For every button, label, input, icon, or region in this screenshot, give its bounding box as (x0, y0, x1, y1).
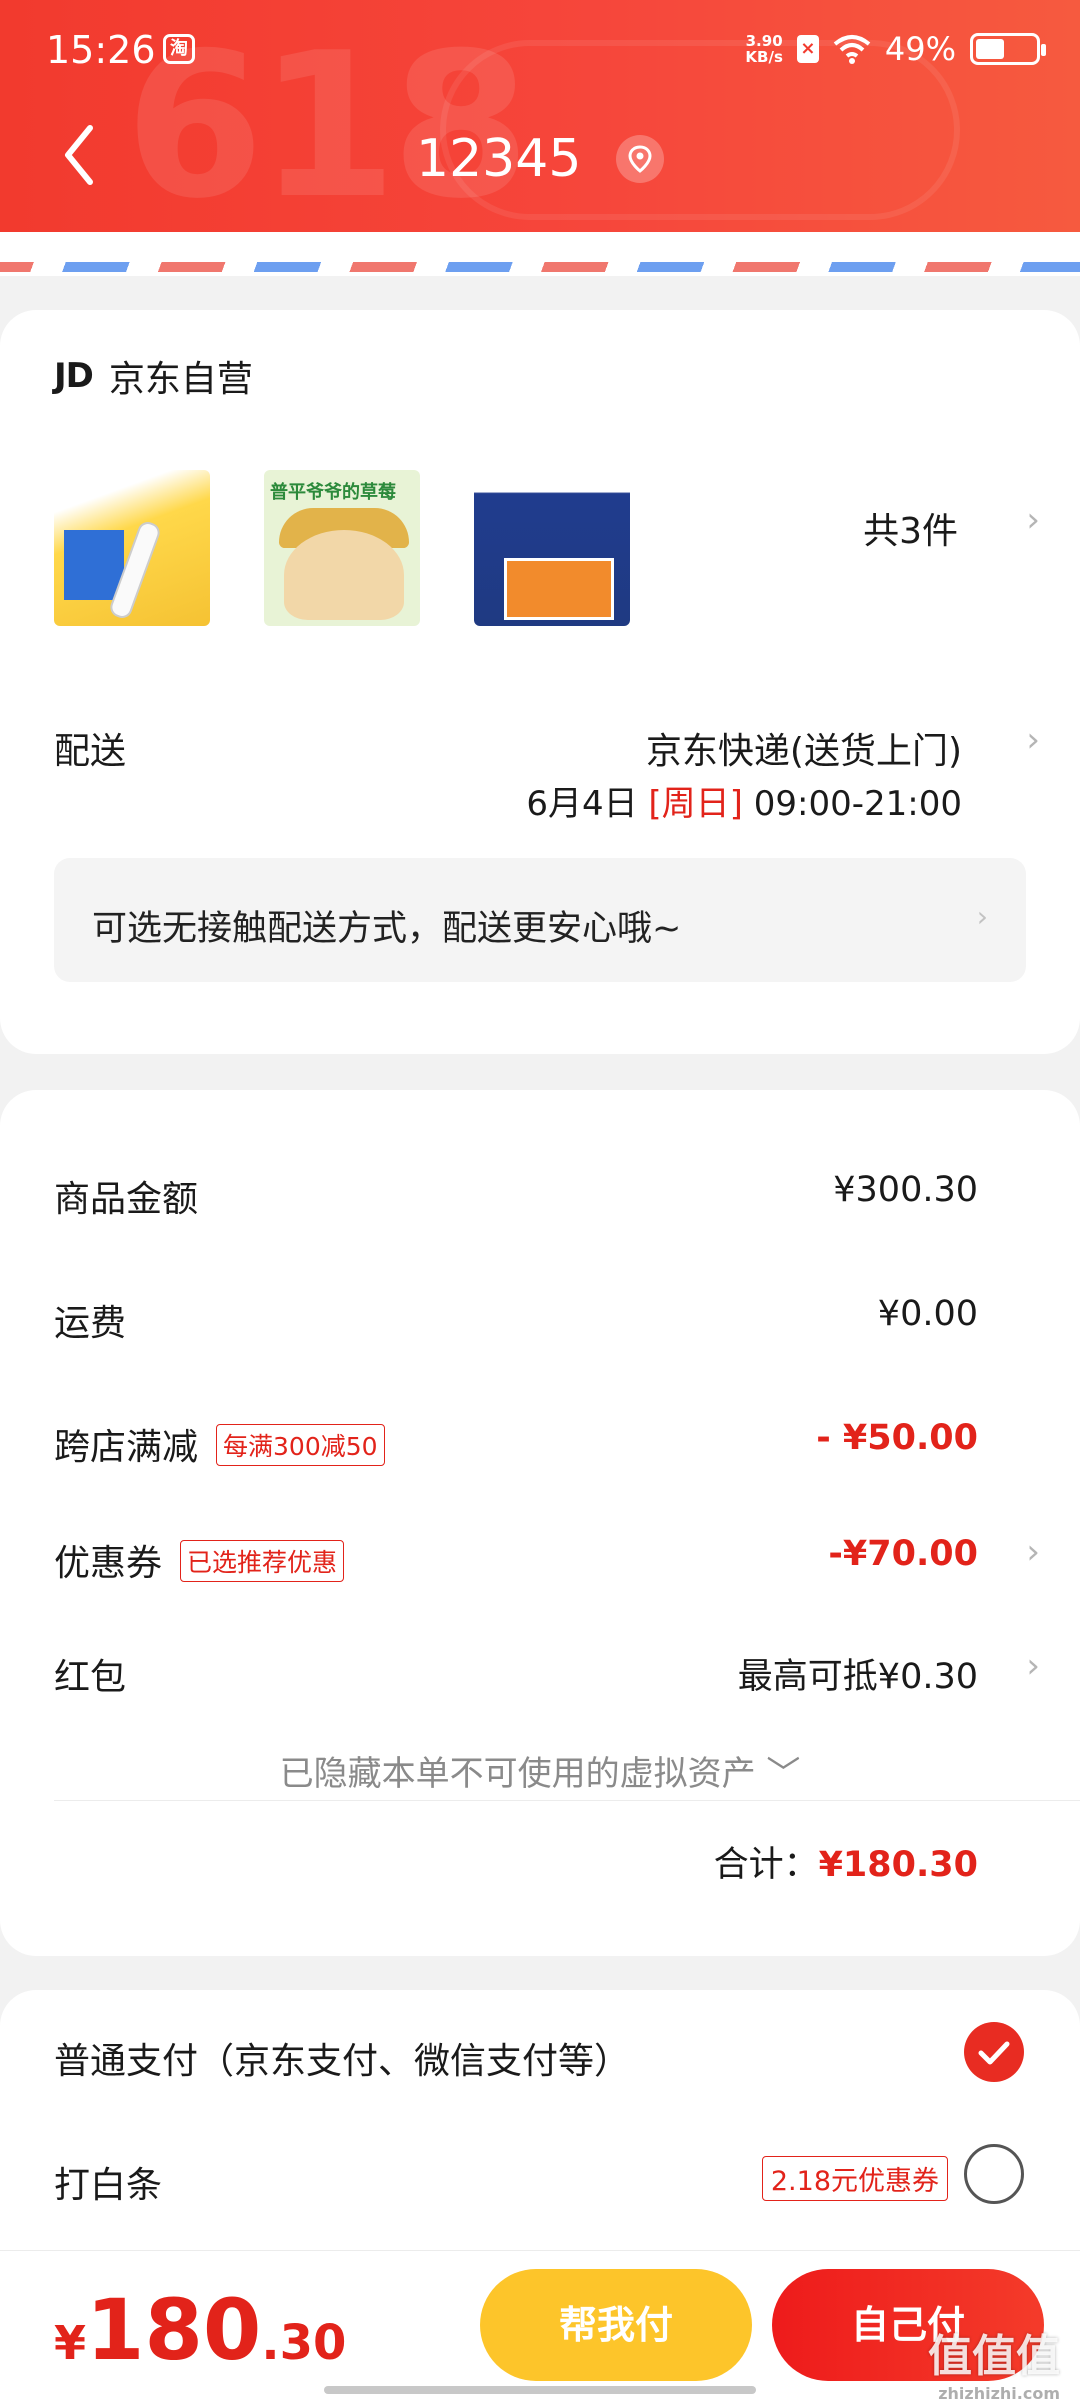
product-thumb-3[interactable] (474, 470, 630, 626)
item-count[interactable]: 共3件 (863, 502, 958, 554)
product-thumb-2[interactable]: 普平爷爷的草莓 (264, 470, 420, 626)
chevron-right-icon: › (976, 900, 988, 933)
notice-text: 可选无接触配送方式，配送更安心哦~ (92, 909, 682, 949)
airmail-stripe (0, 232, 1080, 276)
normal-pay-option[interactable]: 普通支付（京东支付、微信支付等） (54, 2032, 630, 2084)
shop-name: 京东自营 (108, 359, 253, 400)
cross-store-discount-row: 跨店满减 每满300减50 (54, 1418, 385, 1470)
chevron-right-icon[interactable]: › (1026, 720, 1040, 760)
address-title[interactable]: 12345 (0, 126, 1080, 189)
checkout-bar: ¥180.30 帮我付 自己付 (0, 2250, 1080, 2400)
no-sim-icon: × (796, 35, 819, 63)
shipping-time[interactable]: 6月4日 [周日] 09:00-21:00 (526, 776, 962, 825)
order-total: 合计：¥180.30 (713, 1845, 978, 1885)
help-me-pay-button[interactable]: 帮我付 (480, 2269, 752, 2381)
red-packet-value[interactable]: 最高可抵¥0.30 (738, 1648, 978, 1699)
freight-value: ¥0.00 (877, 1294, 978, 1334)
subtotal-label: 商品金额 (54, 1179, 199, 1220)
coupon-tag: 已选推荐优惠 (180, 1540, 345, 1582)
address-name: 12345 (416, 129, 582, 189)
divider (54, 1800, 1080, 1801)
baitiao-pay-option[interactable]: 打白条 (54, 2156, 162, 2208)
product-thumb-1[interactable] (54, 470, 210, 626)
coupon-value[interactable]: -¥70.00 (828, 1534, 978, 1574)
chevron-right-icon[interactable]: › (1026, 1532, 1040, 1572)
net-speed: 3.90 KB/s (745, 32, 783, 66)
chevron-right-icon[interactable]: › (1026, 500, 1040, 540)
jd-logo: JD (54, 356, 94, 396)
shop-header: JD 京东自营 (54, 350, 253, 402)
home-indicator[interactable] (324, 2386, 756, 2394)
product-thumbnails[interactable]: 普平爷爷的草莓 (54, 470, 630, 626)
coupon-row[interactable]: 优惠券 已选推荐优惠 (54, 1534, 345, 1586)
chevron-right-icon[interactable]: › (1026, 1646, 1040, 1686)
status-time: 15:26 (46, 28, 156, 72)
site-watermark: 值值值 zhizhizhi.com (928, 2331, 1060, 2400)
location-pin-icon (615, 135, 664, 183)
discount-tag: 每满300减50 (216, 1424, 385, 1466)
subtotal-value: ¥300.30 (833, 1170, 978, 1210)
battery-fill (976, 39, 1004, 59)
hidden-assets-toggle[interactable]: 已隐藏本单不可使用的虚拟资产 ﹀ (0, 1746, 1080, 1795)
red-packet-label: 红包 (54, 1657, 127, 1698)
taobao-notification-icon: 淘 (163, 34, 195, 64)
battery-percent: 49% (884, 30, 956, 68)
order-items-card: JD 京东自营 普平爷爷的草莓 共3件 › 配送 京东快递(送货上门) › 6月… (0, 310, 1080, 1054)
baitiao-coupon-tag: 2.18元优惠券 (761, 2156, 948, 2201)
pay-amount: ¥180.30 (54, 2281, 347, 2379)
radio-unchecked-icon[interactable] (964, 2144, 1024, 2204)
shipping-method[interactable]: 京东快递(送货上门) (646, 722, 962, 774)
shipping-weekday: [周日] (648, 784, 743, 824)
contactless-notice[interactable]: 可选无接触配送方式，配送更安心哦~ › (54, 858, 1026, 982)
cross-store-discount-value: - ¥50.00 (816, 1418, 978, 1458)
total-value: ¥180.30 (818, 1845, 978, 1885)
wifi-icon (833, 35, 871, 64)
freight-label: 运费 (54, 1303, 127, 1344)
shipping-label: 配送 (54, 731, 127, 772)
status-right: 3.90 KB/s × 49% (745, 30, 1046, 68)
checkmark-icon[interactable] (964, 2022, 1024, 2082)
header: 618 15:26 淘 3.90 KB/s × 49% 12345 (0, 0, 1080, 232)
battery-icon (970, 33, 1046, 65)
